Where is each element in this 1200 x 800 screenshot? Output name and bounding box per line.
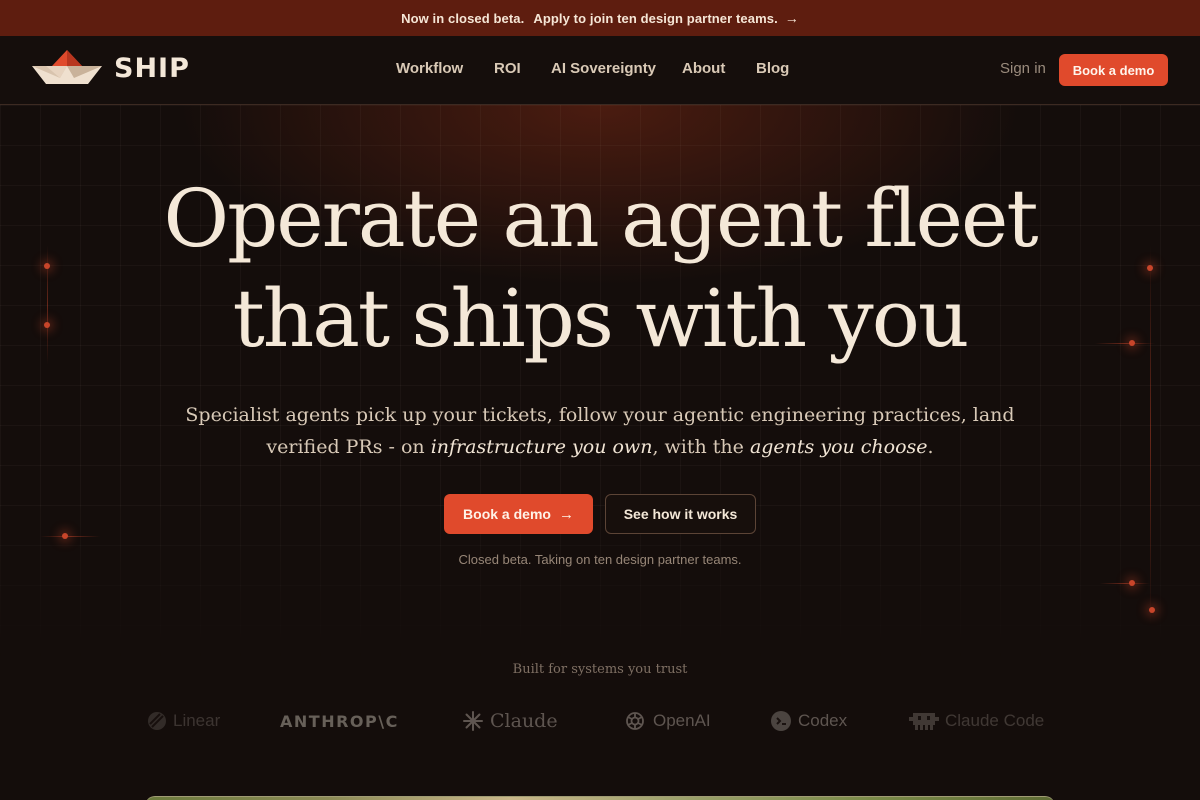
brand-label: Claude <box>490 710 558 732</box>
sign-in-link[interactable]: Sign in <box>1000 60 1046 77</box>
banner-lead: Now in closed beta. <box>401 10 525 26</box>
glow-dot <box>1149 607 1155 613</box>
brand-label: Claude Code <box>945 711 1045 730</box>
brand-claude-code: Claude Code <box>909 708 1044 734</box>
brand-anthropic: ANTHROP\C <box>280 708 399 734</box>
subtitle-text: verified PRs - on <box>266 436 431 458</box>
nav-roi[interactable]: ROI <box>494 60 521 77</box>
glow-dot <box>1129 580 1135 586</box>
site-header: SHIP Workflow ROI AI Sovereignty About B… <box>0 36 1200 105</box>
hero-headline-line-2: that ships with you <box>232 272 970 365</box>
hero-book-demo-button[interactable]: Book a demo → <box>444 494 593 534</box>
brand-codex: Codex <box>770 708 847 734</box>
brand-label: Codex <box>798 711 848 730</box>
circuit-line <box>1100 583 1150 584</box>
codex-icon <box>771 711 791 731</box>
claude-spark-icon <box>463 711 483 731</box>
linear-icon <box>148 712 166 730</box>
hero-subtitle-line-1: Specialist agents pick up your tickets, … <box>185 404 1015 426</box>
claude-code-icon <box>909 713 939 730</box>
nav-about[interactable]: About <box>682 60 725 77</box>
glow-dot <box>1147 265 1153 271</box>
subtitle-emphasis: agents you choose <box>749 436 928 458</box>
nav-ai-sovereignty[interactable]: AI Sovereignty <box>551 60 656 77</box>
openai-icon <box>626 712 644 730</box>
hero-headline-line-1: Operate an agent fleet <box>163 172 1038 265</box>
arrow-right-icon: → <box>558 505 574 523</box>
brand-linear: Linear <box>147 708 220 734</box>
brand-label: OpenAI <box>653 711 711 730</box>
subtitle-text: , with the <box>652 436 750 458</box>
brand-claude: Claude <box>462 708 558 734</box>
glow-dot <box>62 533 68 539</box>
subtitle-emphasis: infrastructure you own <box>430 436 653 458</box>
hero-subtitle-line-2: verified PRs - on infrastructure you own… <box>180 431 1020 463</box>
see-how-it-works-button[interactable]: See how it works <box>605 494 756 534</box>
brand-label: ANTHROP\C <box>280 711 399 731</box>
product-preview-image <box>145 796 1055 800</box>
button-label: Book a demo <box>463 506 551 522</box>
circuit-line <box>40 536 100 537</box>
subtitle-text: . <box>927 436 934 458</box>
header-book-demo-button[interactable]: Book a demo <box>1059 54 1168 86</box>
nav-workflow[interactable]: Workflow <box>396 60 463 77</box>
arrow-right-icon: → <box>784 10 799 26</box>
brand-openai: OpenAI <box>623 708 711 734</box>
beta-note: Closed beta. Taking on ten design partne… <box>458 552 742 567</box>
announcement-banner[interactable]: Now in closed beta. Apply to join ten de… <box>0 0 1200 36</box>
brand-label: Linear <box>173 711 221 730</box>
banner-cta[interactable]: Apply to join ten design partner teams. <box>533 11 777 26</box>
nav-blog[interactable]: Blog <box>756 60 789 77</box>
trust-title: Built for systems you trust <box>512 662 688 677</box>
